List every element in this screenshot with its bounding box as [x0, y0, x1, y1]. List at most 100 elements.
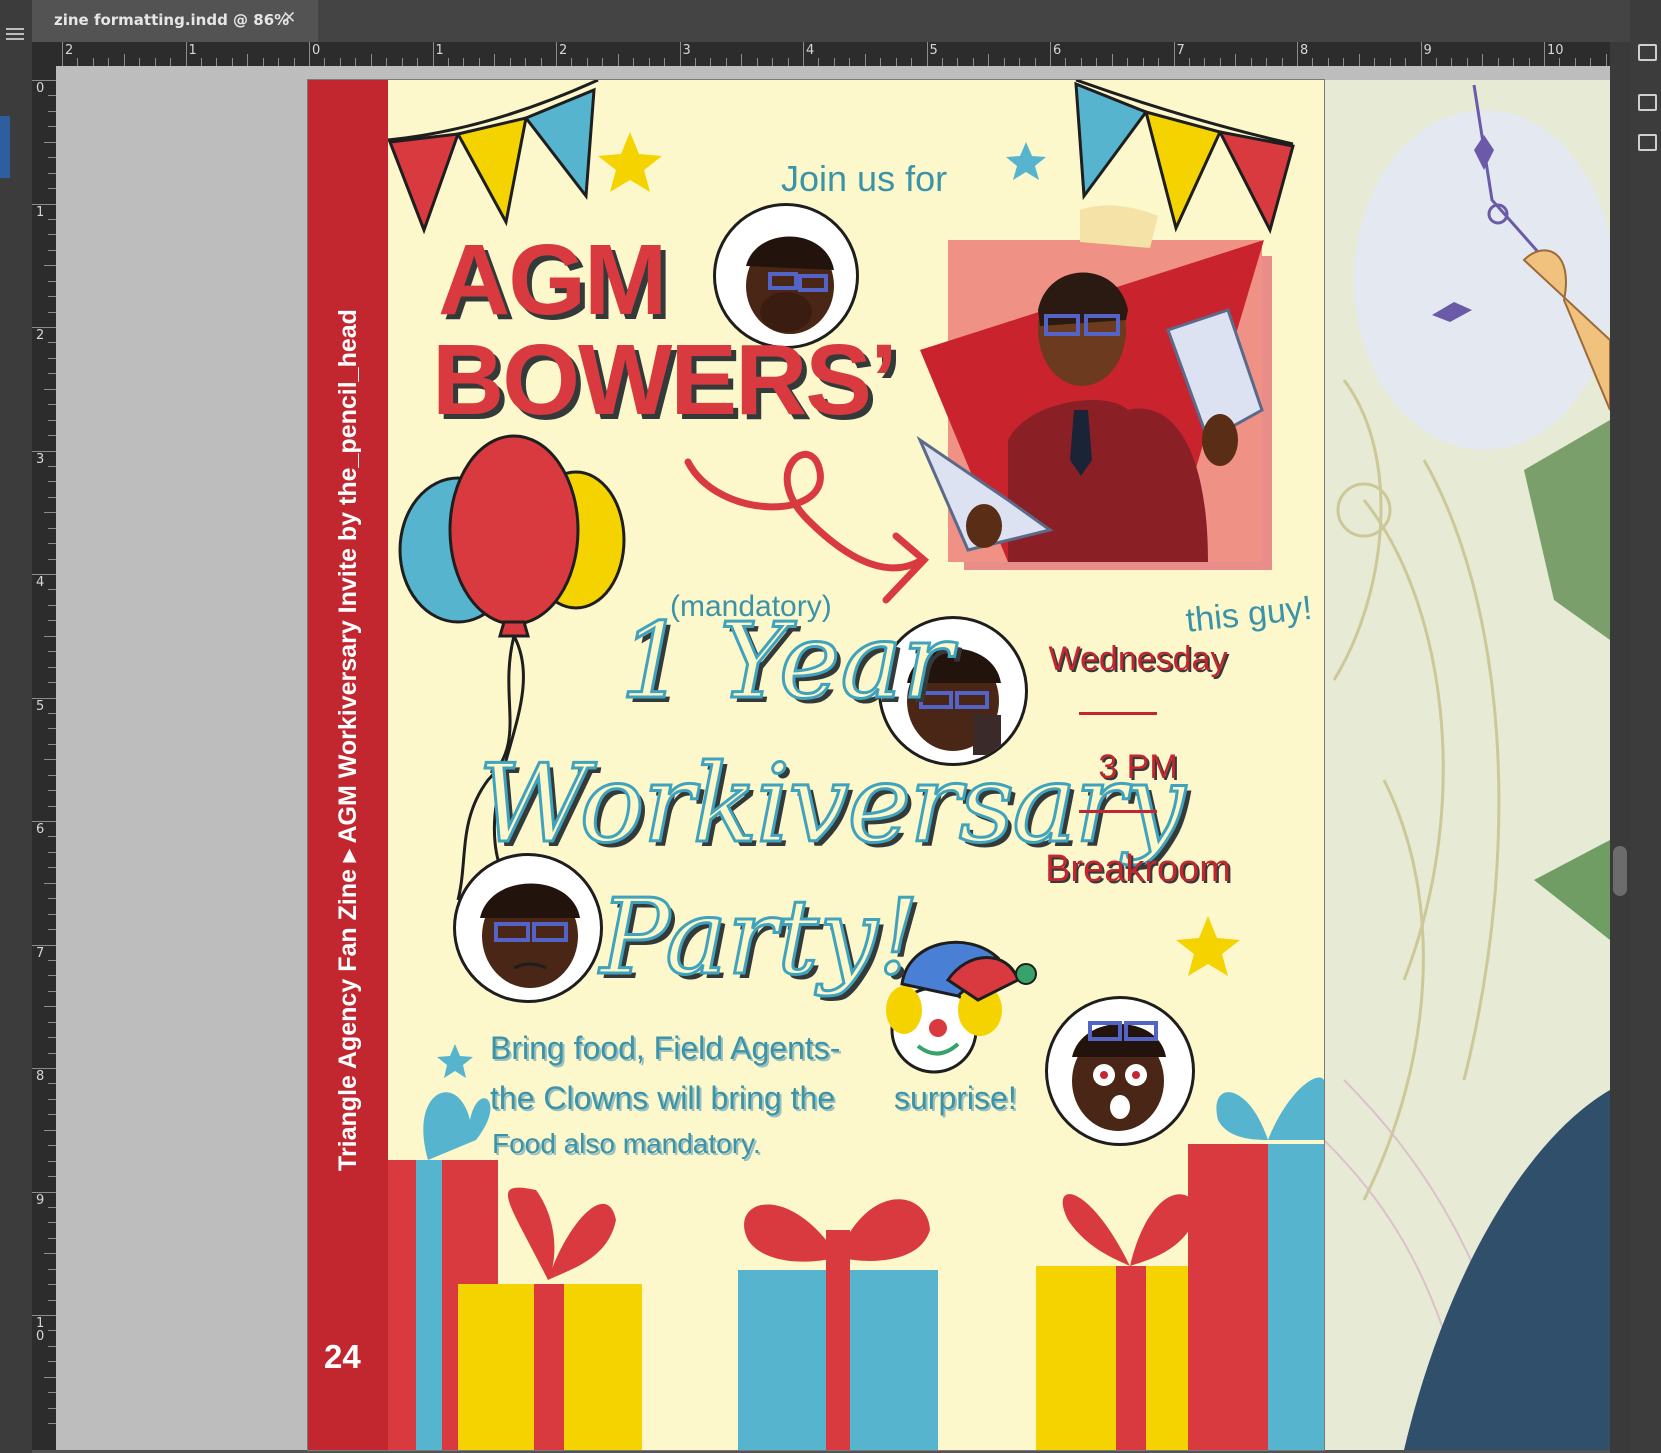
- ruler-tick: [44, 635, 56, 637]
- ruler-tick: [48, 1407, 56, 1409]
- ruler-tick: [741, 54, 743, 66]
- ruler-tick: [1497, 58, 1499, 66]
- ruler-tick: [48, 898, 56, 900]
- ruler-label: 2: [65, 43, 74, 58]
- vertical-ruler[interactable]: 0 1 2 3 4 5 6 7 8 9 10: [32, 66, 57, 1450]
- ruler-tick: [864, 54, 866, 66]
- ruler-tick: [1235, 54, 1237, 66]
- avatar-shocked: [1045, 996, 1195, 1146]
- ruler-tick: [911, 58, 913, 66]
- ruler-tick: [48, 929, 56, 931]
- ruler-tick: [664, 58, 666, 66]
- vertical-scrollbar[interactable]: [1610, 42, 1630, 1453]
- close-tab-icon[interactable]: ✕: [282, 8, 296, 28]
- ruler-label: 5: [929, 43, 938, 58]
- ruler-tick: [48, 280, 56, 282]
- ruler-tick: [48, 543, 56, 545]
- ruler-tick: [48, 1037, 56, 1039]
- panel-menu-icon[interactable]: [6, 28, 24, 30]
- ruler-tick: [48, 558, 56, 560]
- ruler-tick: [48, 157, 56, 159]
- ruler-tick: [48, 1330, 56, 1332]
- note-line-3: Food also mandatory.: [492, 1128, 761, 1159]
- ruler-tick: [1297, 42, 1298, 66]
- ruler-tick: [48, 188, 56, 190]
- ruler-tick: [48, 1423, 56, 1425]
- horizontal-ruler[interactable]: 2 1 0 1 2 3 4 5 6 7 8 9 10: [32, 42, 1618, 67]
- ruler-tick: [1096, 58, 1098, 66]
- ruler-tick: [262, 58, 264, 66]
- ruler-label: 10: [1547, 43, 1564, 58]
- ruler-tick: [48, 774, 56, 776]
- ruler-tick: [1003, 58, 1005, 66]
- ruler-tick: [48, 1098, 56, 1100]
- document-tab[interactable]: zine formatting.indd @ 86% ✕: [32, 0, 318, 42]
- ruler-tick: [48, 1176, 56, 1178]
- ruler-tick: [48, 1392, 56, 1394]
- ruler-tick: [725, 58, 727, 66]
- layers-panel-icon[interactable]: [1638, 94, 1657, 111]
- ruler-tick: [1574, 58, 1576, 66]
- ruler-tick: [48, 419, 56, 421]
- ruler-tick: [1513, 58, 1515, 66]
- ruler-tick: [1173, 42, 1175, 66]
- ruler-label: 6: [1053, 43, 1062, 58]
- tools-panel-strip: [0, 0, 32, 1453]
- ruler-tick: [48, 249, 56, 251]
- ruler-tick: [941, 58, 943, 66]
- ruler-tick: [123, 54, 125, 66]
- ruler-tick: [818, 58, 820, 66]
- note-line-1: Bring food, Field Agents-: [490, 1030, 841, 1066]
- star-icon: [598, 132, 662, 192]
- ruler-tick: [1544, 42, 1545, 66]
- ruler-tick: [48, 1268, 56, 1270]
- ruler-tick: [1050, 42, 1051, 66]
- ruler-tick: [1065, 58, 1067, 66]
- ruler-tick: [710, 58, 712, 66]
- ruler-tick: [293, 58, 295, 66]
- name-line-2: BOWERS’: [432, 324, 898, 436]
- ruler-tick: [1451, 58, 1453, 66]
- ruler-tick: [1374, 58, 1376, 66]
- ruler-tick: [48, 743, 56, 745]
- pages-panel-icon[interactable]: [1638, 44, 1657, 61]
- facing-page-illustration: [1324, 80, 1610, 1450]
- ruler-label: 7: [1176, 43, 1185, 58]
- zine-page[interactable]: Triangle Agency Fan Zine ▸ AGM Workivers…: [307, 79, 1325, 1451]
- ruler-tick: [108, 58, 110, 66]
- ruler-label: 4: [806, 43, 815, 58]
- ruler-tick: [1559, 58, 1561, 66]
- ruler-tick: [1405, 58, 1407, 66]
- panel-scroll-indicator[interactable]: [0, 116, 10, 178]
- page-sidebar: Triangle Agency Fan Zine ▸ AGM Workivers…: [308, 80, 388, 1450]
- ruler-tick: [48, 1299, 56, 1301]
- ruler-tick: [1188, 58, 1190, 66]
- name-line-1: AGM: [438, 224, 667, 336]
- ruler-tick: [1435, 58, 1437, 66]
- ruler-tick: [571, 58, 573, 66]
- star-icon: [437, 1044, 473, 1078]
- ruler-tick: [48, 404, 56, 406]
- event-location: Breakroom: [1045, 848, 1231, 890]
- ruler-tick: [48, 126, 56, 128]
- ruler-label: 1: [36, 204, 45, 220]
- title-line-3: Party!: [598, 875, 920, 1000]
- ruler-tick: [633, 58, 635, 66]
- ruler-tick: [247, 54, 249, 66]
- links-panel-icon[interactable]: [1638, 134, 1657, 151]
- ruler-tick: [880, 58, 882, 66]
- ruler-tick: [1127, 58, 1129, 66]
- facing-page-artwork: [1324, 80, 1610, 1450]
- ruler-tick: [48, 712, 56, 714]
- ruler-label: 2: [36, 328, 45, 343]
- ruler-tick: [48, 1145, 56, 1147]
- sidebar-credit: Triangle Agency Fan Zine ▸ AGM Workivers…: [334, 309, 362, 1171]
- ruler-tick: [1142, 58, 1144, 66]
- ruler-tick: [48, 682, 56, 684]
- divider: [1079, 712, 1157, 715]
- ruler-tick: [48, 234, 56, 236]
- ruler-tick: [1219, 58, 1221, 66]
- right-panel-strip: [1630, 0, 1661, 1453]
- scrollbar-thumb[interactable]: [1613, 846, 1627, 896]
- ruler-tick: [1034, 58, 1036, 66]
